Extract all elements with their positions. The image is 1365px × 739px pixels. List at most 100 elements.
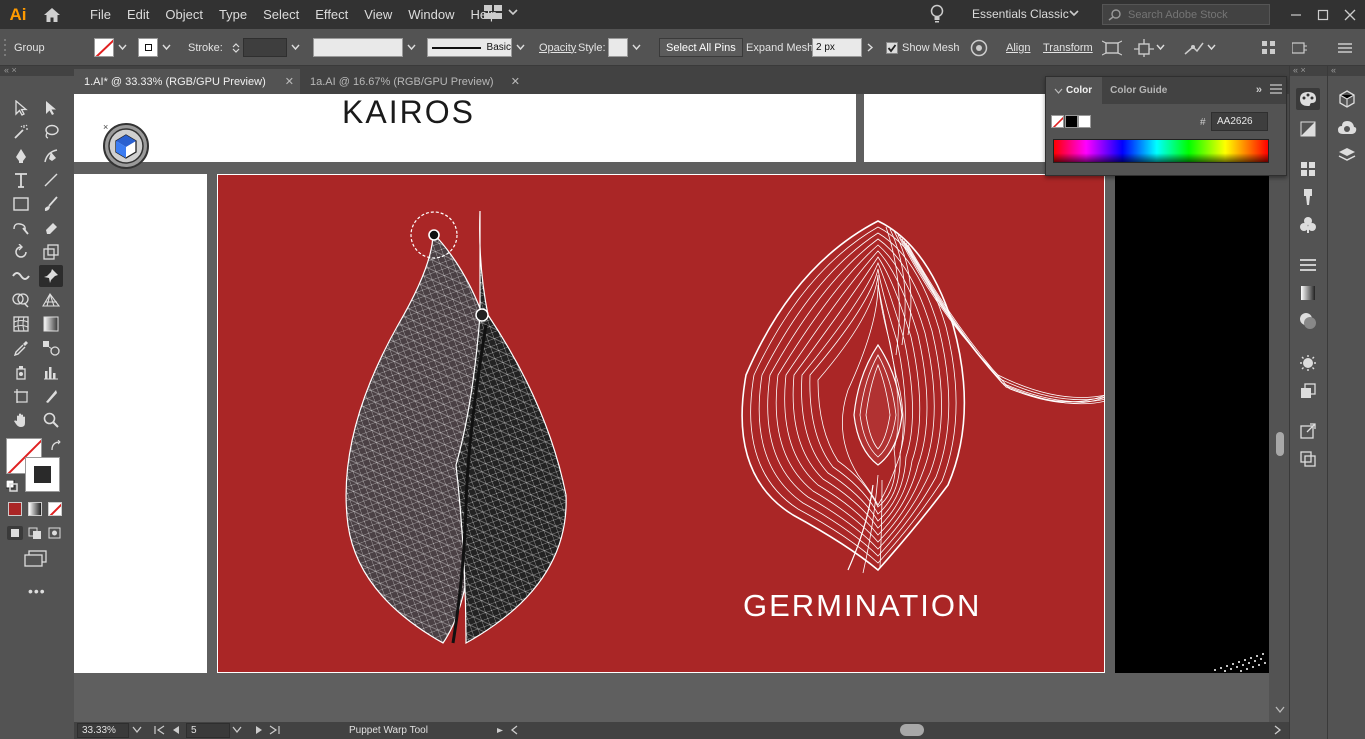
edit-toolbar-icon[interactable]: •••	[28, 583, 46, 599]
width-profile-dropdown[interactable]	[403, 38, 419, 57]
line-tool-icon[interactable]	[39, 169, 63, 191]
gradient-mode-button[interactable]	[28, 502, 42, 516]
maximize-button[interactable]	[1310, 0, 1336, 29]
align-panel-button[interactable]	[1262, 29, 1276, 66]
scroll-left-icon[interactable]	[510, 725, 520, 735]
direct-selection-tool-icon[interactable]	[39, 97, 63, 119]
artboards-icon[interactable]	[1296, 448, 1320, 470]
blend-tool-icon[interactable]	[39, 337, 63, 359]
libraries-icon[interactable]	[1335, 116, 1359, 138]
default-fill-stroke-icon[interactable]	[5, 479, 18, 495]
stock-search-field[interactable]	[1102, 4, 1270, 25]
menu-object[interactable]: Object	[157, 0, 211, 29]
tools-panel-grip[interactable]: « ×	[0, 66, 74, 76]
brush-dropdown[interactable]	[512, 38, 528, 57]
menu-edit[interactable]: Edit	[119, 0, 157, 29]
dock-grip[interactable]: «	[1328, 66, 1365, 76]
transform-link[interactable]: Transform	[1043, 29, 1093, 66]
variable-width-profile[interactable]	[313, 29, 419, 66]
color-white-swatch[interactable]	[1078, 115, 1091, 128]
menu-file[interactable]: File	[82, 0, 119, 29]
graphic-style-swatch[interactable]	[608, 38, 628, 57]
vertical-scrollbar[interactable]	[1269, 94, 1289, 722]
home-icon[interactable]	[36, 0, 68, 29]
brush-field[interactable]: Basic	[427, 38, 512, 57]
stroke-label[interactable]: Stroke:	[188, 29, 223, 66]
graphic-style-control[interactable]	[608, 29, 644, 66]
tab-document-1[interactable]: 1.AI* @ 33.33% (RGB/GPU Preview) ✕	[74, 69, 300, 94]
workspace-name[interactable]: Essentials Classic	[972, 7, 1069, 21]
main-artboard[interactable]: GERMINATION	[217, 174, 1107, 673]
stroke-weight-input[interactable]	[243, 38, 287, 57]
recolor-artwork-button[interactable]	[970, 29, 988, 66]
color-spectrum[interactable]	[1053, 139, 1269, 163]
puppet-pin[interactable]	[428, 229, 440, 241]
fill-dropdown[interactable]	[114, 38, 130, 57]
symbols-icon[interactable]	[1296, 214, 1320, 236]
selection-tool-icon[interactable]	[9, 97, 33, 119]
horizontal-scrollbar-thumb[interactable]	[900, 724, 924, 736]
arrange-documents-button[interactable]	[484, 5, 518, 19]
panel-menu-icon[interactable]	[1270, 84, 1282, 97]
graphic-style-dropdown[interactable]	[628, 38, 644, 57]
stroke-dropdown[interactable]	[158, 38, 174, 57]
menu-view[interactable]: View	[356, 0, 400, 29]
swap-fill-stroke-icon[interactable]	[50, 439, 62, 455]
export-icon[interactable]	[1296, 420, 1320, 442]
artboard-tool-icon[interactable]	[9, 385, 33, 407]
draw-behind-icon[interactable]	[27, 526, 43, 543]
appearance-icon[interactable]	[1296, 352, 1320, 374]
menu-effect[interactable]: Effect	[307, 0, 356, 29]
width-tool-icon[interactable]	[9, 265, 33, 287]
draw-normal-icon[interactable]	[7, 526, 23, 540]
tab-color-guide[interactable]: Color Guide	[1102, 77, 1177, 104]
hand-tool-icon[interactable]	[9, 409, 33, 431]
first-artboard-icon[interactable]	[154, 725, 166, 735]
chevron-down-icon[interactable]	[132, 726, 142, 734]
show-mesh-checkbox[interactable]	[886, 41, 898, 54]
gradient-panel-icon[interactable]	[1296, 282, 1320, 304]
swatches-icon[interactable]	[1296, 158, 1320, 180]
perspective-grid-tool-icon[interactable]	[39, 289, 63, 311]
scroll-down-icon[interactable]	[1275, 706, 1285, 714]
next-artboard-icon[interactable]	[254, 725, 264, 735]
previous-artboard-icon[interactable]	[171, 725, 181, 735]
isolate-group-button[interactable]	[1102, 29, 1122, 66]
column-graph-tool-icon[interactable]	[39, 361, 63, 383]
stroke-swatch[interactable]	[138, 38, 158, 57]
opacity-label[interactable]: Opacity	[539, 29, 576, 66]
expand-mesh-input[interactable]: 2 px	[812, 38, 862, 57]
tab-document-2[interactable]: 1a.AI @ 16.67% (RGB/GPU Preview) ✕	[300, 69, 526, 94]
zoom-tool-icon[interactable]	[39, 409, 63, 431]
paintbrush-tool-icon[interactable]	[39, 193, 63, 215]
screen-mode-icon[interactable]	[24, 550, 48, 571]
panel-expand-icon[interactable]: »	[1256, 84, 1262, 96]
color-none-swatch[interactable]	[1051, 115, 1064, 128]
draw-inside-icon[interactable]	[47, 526, 63, 543]
align-link[interactable]: Align	[1006, 29, 1030, 66]
arrange-button[interactable]	[1134, 29, 1165, 66]
fill-swatch-control[interactable]	[94, 29, 130, 66]
expand-mesh-arrow[interactable]	[862, 38, 878, 57]
menu-select[interactable]: Select	[255, 0, 307, 29]
search-input[interactable]	[1128, 8, 1268, 21]
transparency-icon[interactable]	[1296, 310, 1320, 332]
panel-options-button[interactable]	[1292, 29, 1308, 66]
minimize-button[interactable]	[1283, 0, 1309, 29]
magic-wand-tool-icon[interactable]	[9, 121, 33, 143]
close-window-button[interactable]	[1337, 0, 1363, 29]
chevron-down-icon[interactable]	[232, 726, 242, 734]
last-artboard-icon[interactable]	[268, 725, 280, 735]
status-menu-arrow-icon[interactable]	[496, 727, 504, 734]
chevron-down-icon[interactable]	[1069, 8, 1079, 18]
bulb-icon[interactable]	[929, 4, 945, 27]
control-menu-button[interactable]	[1338, 29, 1352, 66]
lasso-tool-icon[interactable]	[39, 121, 63, 143]
rectangle-tool-icon[interactable]	[9, 193, 33, 215]
menu-type[interactable]: Type	[211, 0, 255, 29]
stroke-color-widget[interactable]	[25, 457, 60, 492]
color-panel-icon[interactable]	[1296, 88, 1320, 110]
stroke-stepper[interactable]	[229, 38, 243, 57]
scroll-right-icon[interactable]	[1272, 725, 1282, 735]
close-tab-icon[interactable]: ✕	[511, 75, 520, 88]
